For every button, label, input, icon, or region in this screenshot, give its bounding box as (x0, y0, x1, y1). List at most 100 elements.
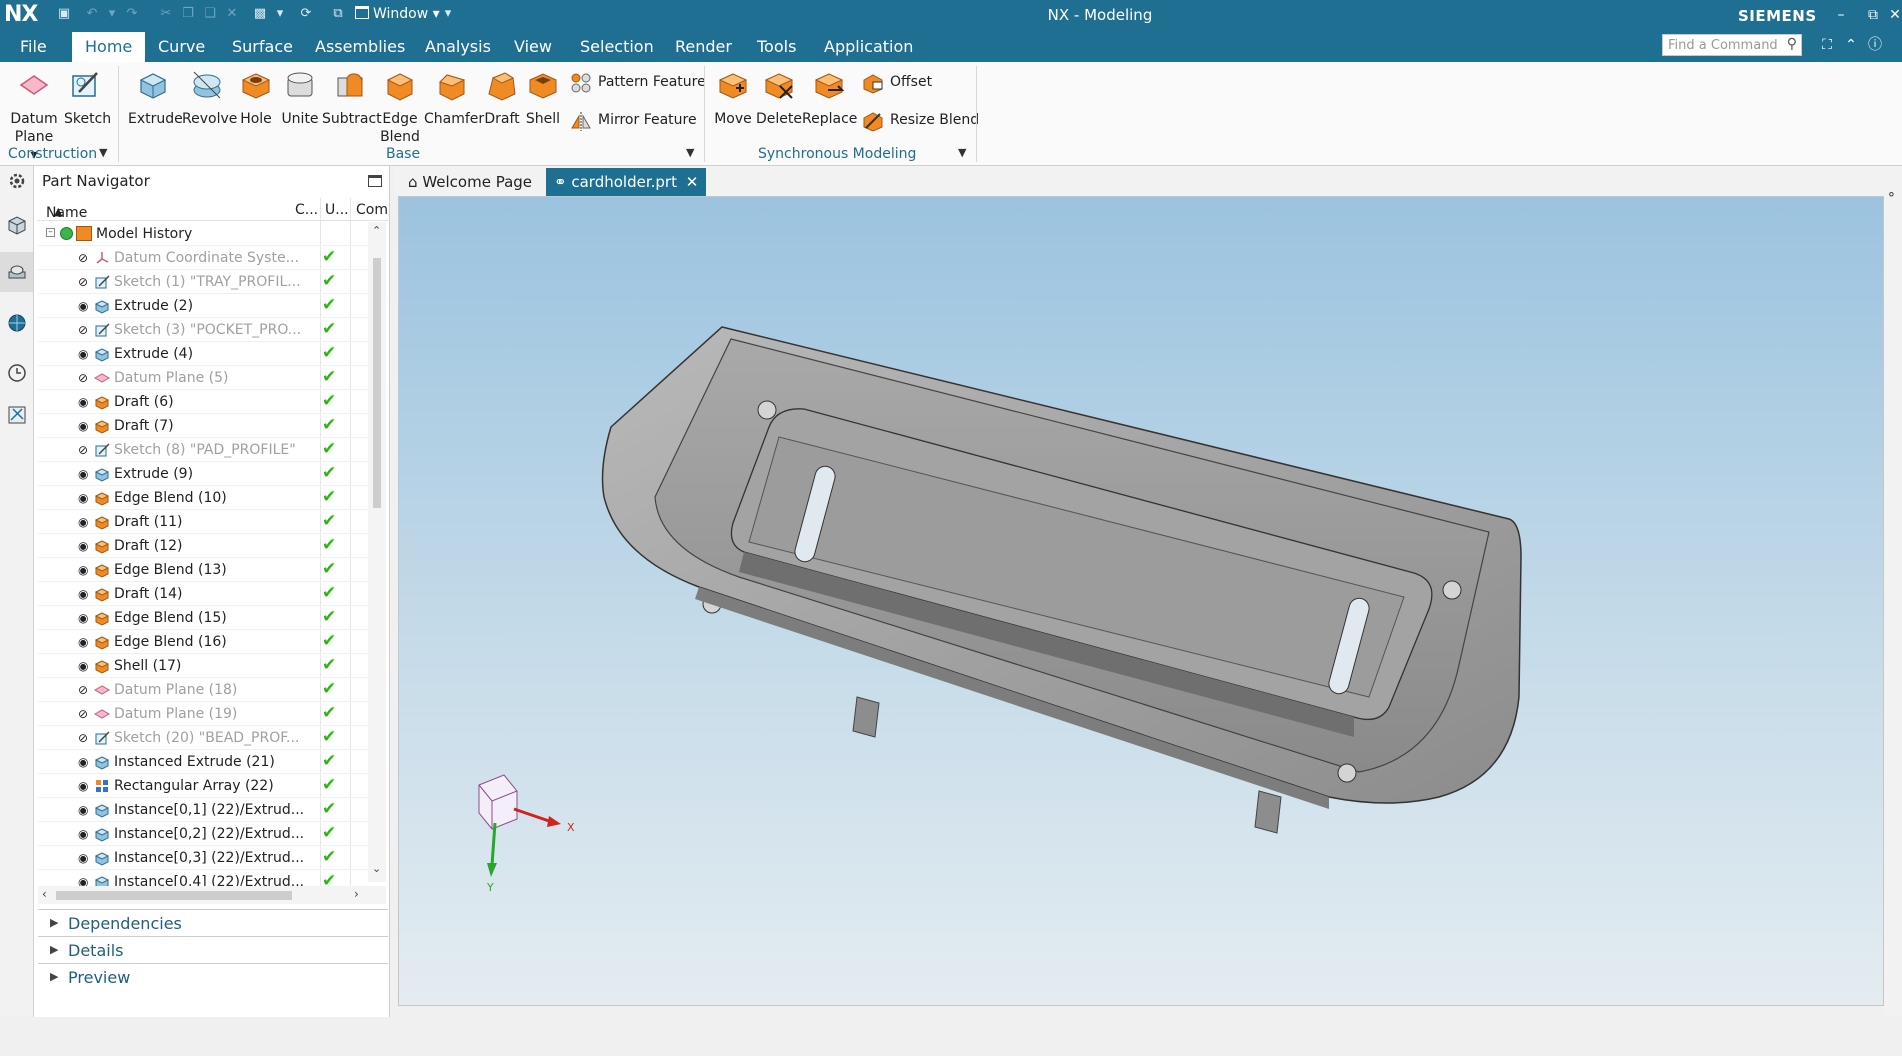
hole-button[interactable]: Hole (238, 68, 274, 128)
column-current[interactable]: C... (295, 202, 318, 218)
menu-selection[interactable]: Selection (580, 37, 654, 56)
draft-button[interactable]: Draft (482, 68, 522, 128)
tree-node[interactable]: ⊘ Sketch (1) "TRAY_PROFIL... ✔ (38, 270, 368, 294)
column-uptodate[interactable]: U... (325, 202, 349, 218)
tree-node[interactable]: ◉ Extrude (4) ✔ (38, 342, 368, 366)
offset-region-button[interactable]: Offset (862, 72, 952, 96)
delete-face-button[interactable]: Delete (756, 68, 802, 128)
graphics-window[interactable]: X Y (398, 196, 1884, 1006)
scrollbar-thumb[interactable] (373, 258, 381, 508)
visible-eye-icon[interactable]: ◉ (78, 467, 94, 481)
construction-group-dropdown-icon[interactable]: ▼ (99, 146, 107, 159)
part-navigator-tab[interactable] (0, 252, 33, 292)
visible-eye-icon[interactable]: ◉ (78, 419, 94, 433)
tree-node[interactable]: ◉ Edge Blend (10) ✔ (38, 486, 368, 510)
menu-surface[interactable]: Surface (232, 37, 293, 56)
scroll-right-icon[interactable]: › (354, 887, 359, 901)
replace-face-button[interactable]: Replace (802, 68, 857, 128)
cardholder-model-view[interactable]: X Y (399, 197, 1884, 1006)
tab-close-icon[interactable]: ✕ (686, 173, 699, 191)
menu-view[interactable]: View (514, 37, 552, 56)
hidden-eye-icon[interactable]: ⊘ (78, 275, 94, 289)
tree-node[interactable]: ◉ Edge Blend (15) ✔ (38, 606, 368, 630)
tree-node[interactable]: ◉ Instance[0,1] (22)/Extrud... ✔ (38, 798, 368, 822)
extrude-button[interactable]: Extrude (128, 68, 183, 128)
assembly-navigator-icon[interactable] (6, 214, 28, 236)
tree-node[interactable]: ◉ Edge Blend (16) ✔ (38, 630, 368, 654)
visible-eye-icon[interactable]: ◉ (78, 395, 94, 409)
tree-node[interactable]: ◉ Instanced Extrude (21) ✔ (38, 750, 368, 774)
unite-button[interactable]: Unite (280, 68, 320, 128)
tree-node[interactable]: ⊘ Datum Plane (18) ✔ (38, 678, 368, 702)
find-command-input[interactable]: Find a Command ⚲ (1662, 34, 1802, 56)
view-hide-icon[interactable]: ⚬ (1886, 188, 1897, 203)
scrollbar-thumb[interactable] (56, 891, 292, 900)
visible-eye-icon[interactable]: ◉ (78, 347, 94, 361)
base-group-dropdown-icon[interactable]: ▼ (686, 146, 694, 159)
visible-eye-icon[interactable]: ◉ (78, 635, 94, 649)
visible-eye-icon[interactable]: ◉ (78, 851, 94, 865)
hidden-eye-icon[interactable]: ⊘ (78, 251, 94, 265)
tree-node[interactable]: ◉ Rectangular Array (22) ✔ (38, 774, 368, 798)
tab-welcome-page[interactable]: ⌂ Welcome Page (400, 168, 540, 196)
history-clock-icon[interactable] (6, 362, 28, 384)
resize-blend-button[interactable]: Resize Blend (862, 110, 979, 134)
details-panel[interactable]: ▶ Details (38, 936, 388, 962)
navigator-horizontal-scrollbar[interactable]: ‹ › (38, 886, 386, 904)
menu-tools[interactable]: Tools (757, 37, 796, 56)
visible-eye-icon[interactable]: ◉ (78, 803, 94, 817)
visible-eye-icon[interactable]: ◉ (78, 827, 94, 841)
menu-home[interactable]: Home (72, 32, 146, 62)
tree-node[interactable]: ⊘ Datum Coordinate Syste... ✔ (38, 246, 368, 270)
tree-node[interactable]: ◉ Draft (14) ✔ (38, 582, 368, 606)
tree-node[interactable]: ◉ Edge Blend (13) ✔ (38, 558, 368, 582)
menu-curve[interactable]: Curve (158, 37, 205, 56)
help-icon[interactable]: ⓘ (1866, 36, 1884, 54)
minimize-icon[interactable]: – (1832, 6, 1850, 24)
hidden-eye-icon[interactable]: ⊘ (78, 323, 94, 337)
sync-group-dropdown-icon[interactable]: ▼ (958, 146, 966, 159)
scroll-up-icon[interactable]: ⌃ (372, 224, 381, 237)
hidden-eye-icon[interactable]: ⊘ (78, 683, 94, 697)
hidden-eye-icon[interactable]: ⊘ (78, 443, 94, 457)
visible-eye-icon[interactable]: ◉ (78, 611, 94, 625)
tree-node[interactable]: ◉ Draft (7) ✔ (38, 414, 368, 438)
tree-node[interactable]: ◉ Draft (6) ✔ (38, 390, 368, 414)
visible-eye-icon[interactable]: ◉ (78, 587, 94, 601)
menu-render[interactable]: Render (675, 37, 732, 56)
edge-blend-button[interactable]: Edge Blend (380, 68, 420, 146)
tree-node[interactable]: ⊘ Datum Plane (19) ✔ (38, 702, 368, 726)
tree-node[interactable]: ◉ Extrude (9) ✔ (38, 462, 368, 486)
fullscreen-icon[interactable]: ⛶ (1818, 36, 1836, 54)
collapse-ribbon-icon[interactable]: ⌃ (1842, 36, 1860, 54)
tree-node[interactable]: ⊘ Sketch (8) "PAD_PROFILE" ✔ (38, 438, 368, 462)
menu-analysis[interactable]: Analysis (425, 37, 491, 56)
menu-assemblies[interactable]: Assemblies (315, 37, 405, 56)
process-studio-icon[interactable] (6, 404, 28, 426)
tab-cardholder-prt[interactable]: ⚭ cardholder.prt ✕ (546, 168, 707, 196)
sketch-button[interactable]: Sketch (64, 68, 111, 128)
mirror-feature-button[interactable]: Mirror Feature (570, 110, 700, 134)
tree-node[interactable]: ◉ Extrude (2) ✔ (38, 294, 368, 318)
scroll-left-icon[interactable]: ‹ (42, 887, 47, 901)
scroll-down-icon[interactable]: ⌄ (372, 862, 381, 875)
menu-application[interactable]: Application (824, 37, 913, 56)
web-browser-icon[interactable] (6, 312, 28, 334)
shell-button[interactable]: Shell (524, 68, 562, 128)
hidden-eye-icon[interactable]: ⊘ (78, 371, 94, 385)
visible-eye-icon[interactable]: ◉ (78, 491, 94, 505)
tree-node[interactable]: ◉ Instance[0,2] (22)/Extrud... ✔ (38, 822, 368, 846)
tree-node[interactable]: ◉ Instance[0,3] (22)/Extrud... ✔ (38, 846, 368, 870)
move-button[interactable]: Move (712, 68, 754, 128)
revolve-button[interactable]: Revolve (182, 68, 237, 128)
visible-eye-icon[interactable]: ◉ (78, 539, 94, 553)
column-comment[interactable]: Com (356, 202, 388, 218)
chamfer-button[interactable]: Chamfer (424, 68, 484, 128)
tree-node[interactable]: ⊘ Sketch (20) "BEAD_PROF... ✔ (38, 726, 368, 750)
pattern-feature-button[interactable]: Pattern Feature (570, 72, 706, 96)
visible-eye-icon[interactable]: ◉ (78, 779, 94, 793)
visible-eye-icon[interactable]: ◉ (78, 659, 94, 673)
tree-node[interactable]: ◉ Shell (17) ✔ (38, 654, 368, 678)
tree-node[interactable]: ◉ Draft (12) ✔ (38, 534, 368, 558)
hidden-eye-icon[interactable]: ⊘ (78, 731, 94, 745)
